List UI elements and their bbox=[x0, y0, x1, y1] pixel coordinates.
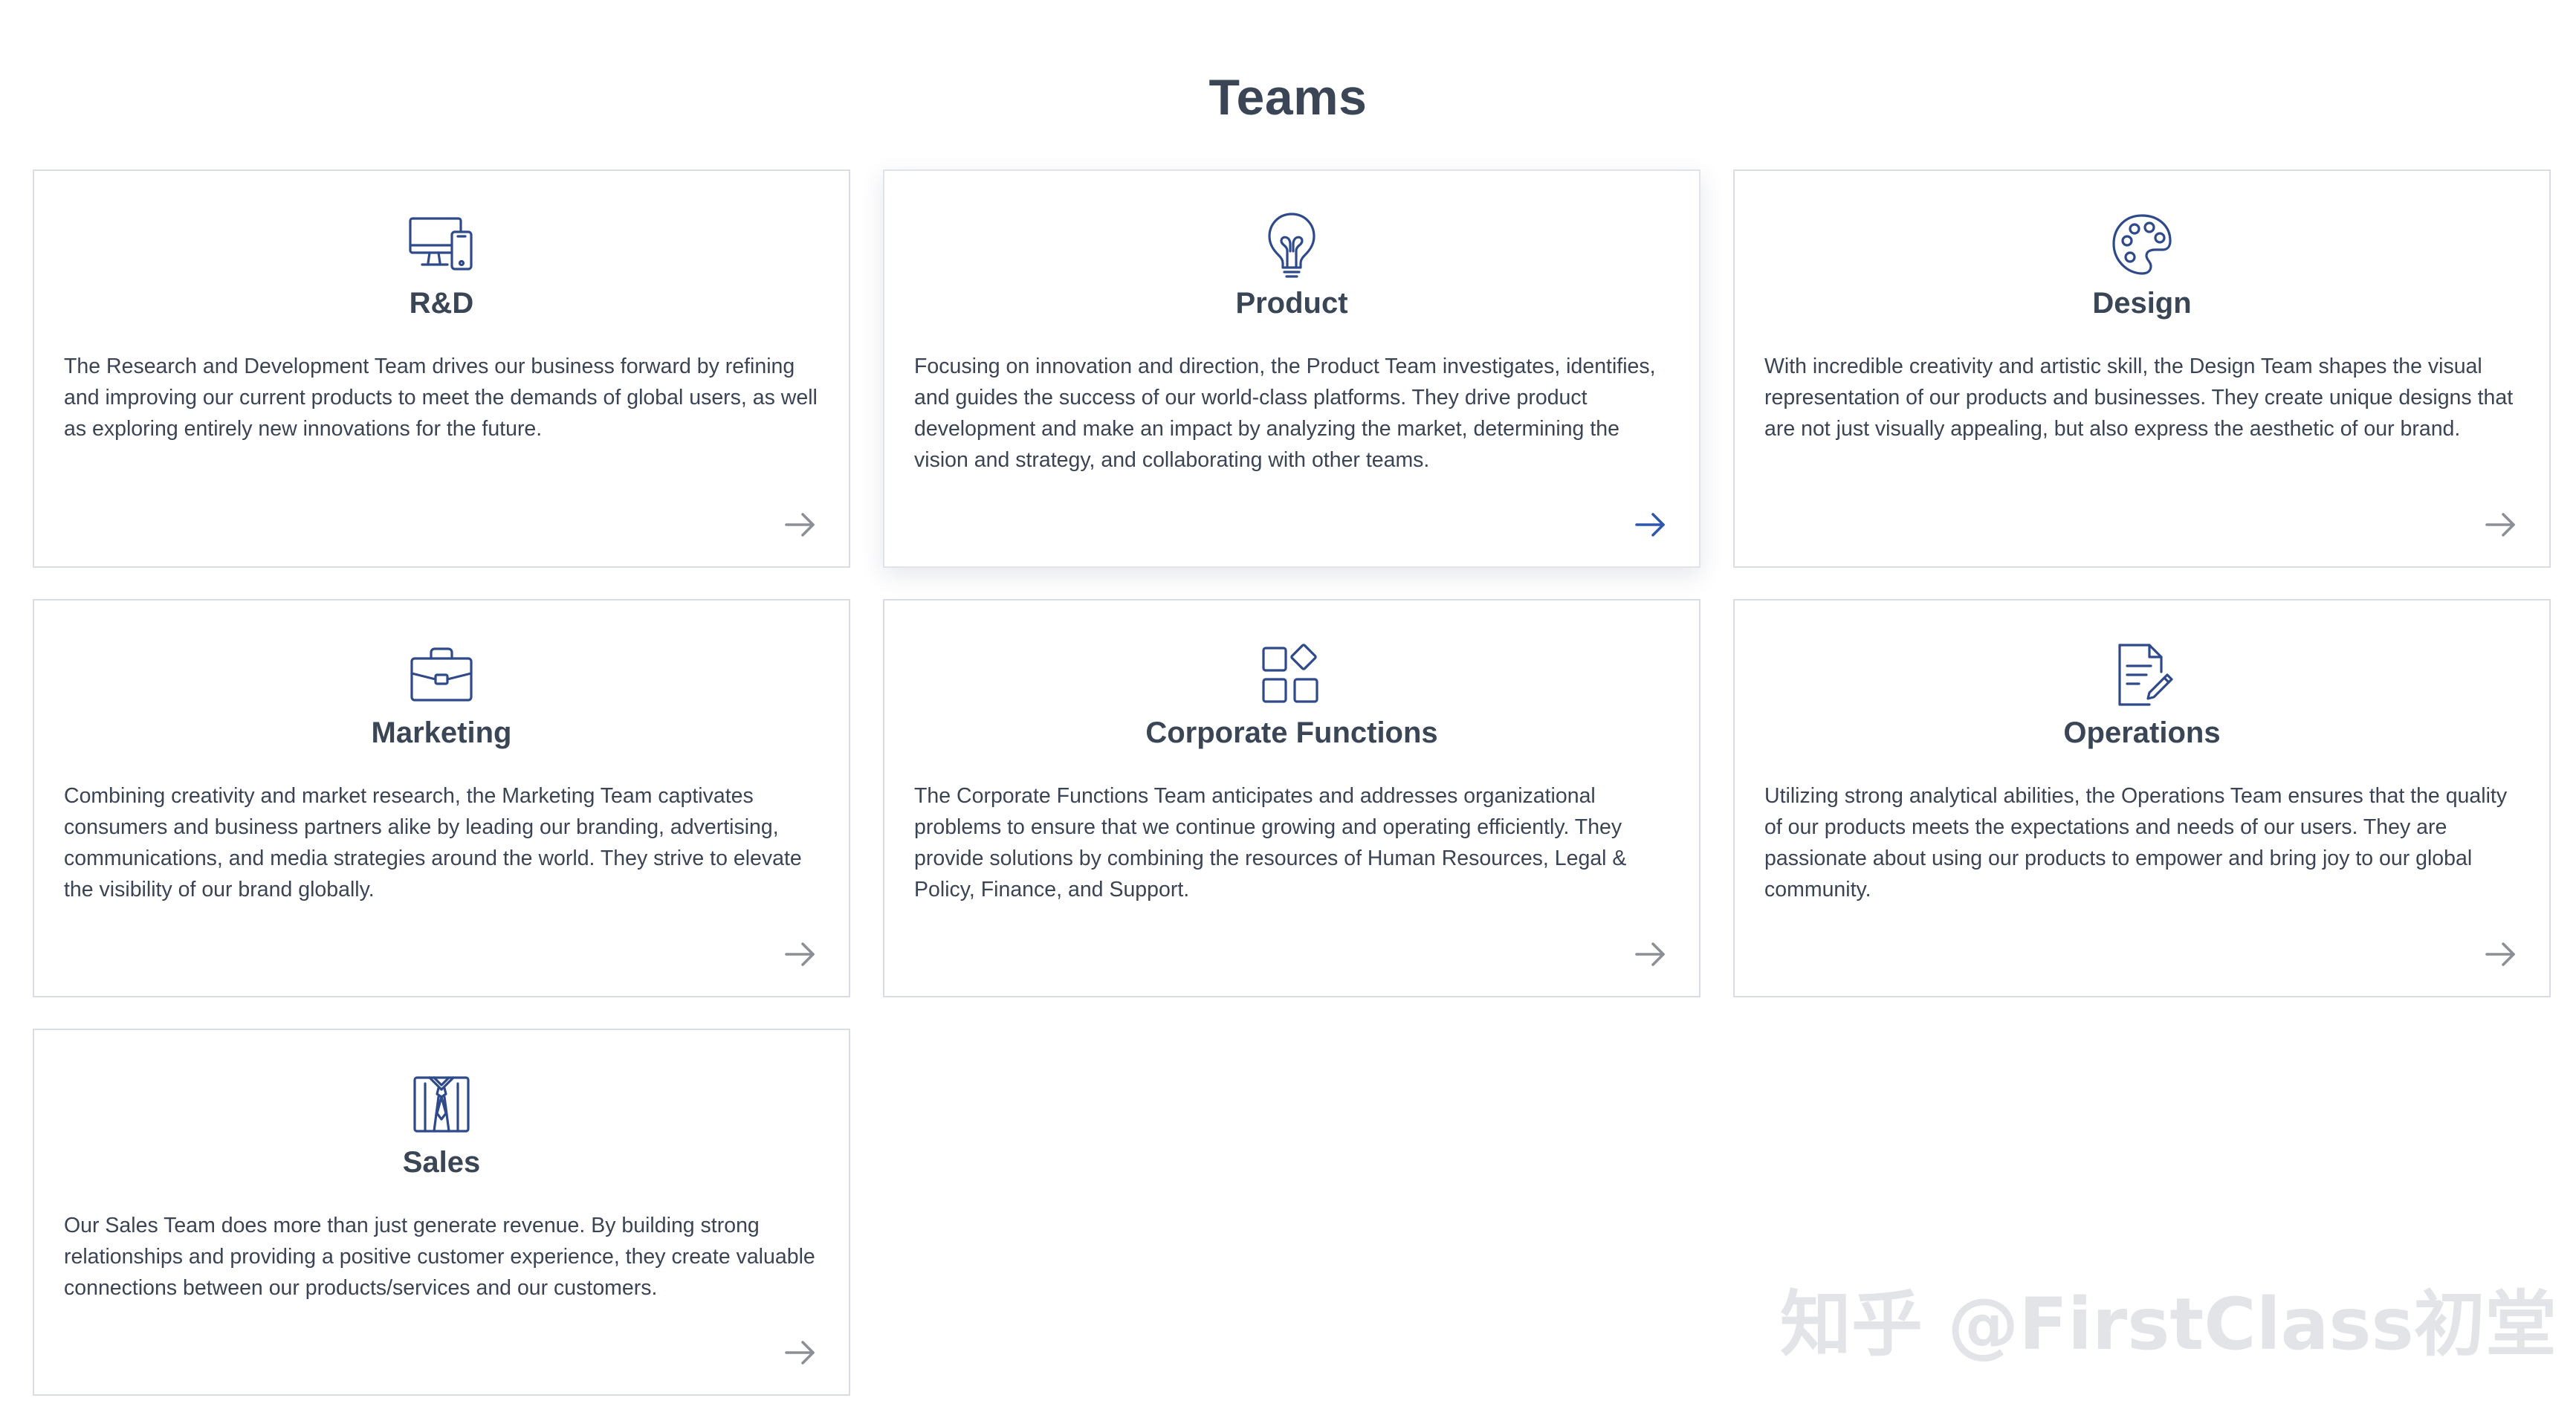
team-card-corporate-functions[interactable]: Corporate Functions The Corporate Functi… bbox=[883, 599, 1700, 997]
card-description: Combining creativity and market research… bbox=[64, 784, 802, 902]
card-title: Corporate Functions bbox=[1145, 716, 1438, 749]
devices-icon bbox=[404, 208, 479, 282]
card-title: Design bbox=[2092, 287, 2192, 320]
card-title: Sales bbox=[402, 1146, 481, 1179]
card-title: Product bbox=[1235, 287, 1348, 320]
arrow-right-icon[interactable] bbox=[779, 933, 821, 975]
card-title: Marketing bbox=[371, 716, 512, 749]
arrow-right-icon[interactable] bbox=[779, 1332, 821, 1373]
arrow-right-icon[interactable] bbox=[2479, 933, 2521, 975]
card-description: The Research and Development Team drives… bbox=[64, 355, 818, 441]
grid-apps-icon bbox=[1255, 638, 1329, 712]
team-card-sales[interactable]: Sales Our Sales Team does more than just… bbox=[33, 1029, 850, 1396]
card-description: Utilizing strong analytical abilities, t… bbox=[1764, 784, 2508, 902]
lightbulb-icon bbox=[1255, 208, 1329, 282]
card-description: The Corporate Functions Team anticipates… bbox=[914, 784, 1627, 902]
team-card-rnd[interactable]: R&D The Research and Development Team dr… bbox=[33, 169, 850, 568]
palette-icon bbox=[2105, 208, 2179, 282]
arrow-right-icon[interactable] bbox=[1629, 504, 1671, 546]
team-card-design[interactable]: Design With incredible creativity and ar… bbox=[1733, 169, 2551, 568]
team-card-operations[interactable]: Operations Utilizing strong analytical a… bbox=[1733, 599, 2551, 997]
page-title: Teams bbox=[1208, 68, 1368, 126]
card-title: R&D bbox=[409, 287, 474, 320]
card-description: Our Sales Team does more than just gener… bbox=[64, 1214, 815, 1300]
suit-tie-icon bbox=[404, 1067, 479, 1142]
arrow-right-icon[interactable] bbox=[1629, 933, 1671, 975]
card-description: Focusing on innovation and direction, th… bbox=[914, 355, 1656, 472]
briefcase-icon bbox=[404, 638, 479, 712]
card-description: With incredible creativity and artistic … bbox=[1764, 355, 2514, 441]
card-title: Operations bbox=[2063, 716, 2221, 749]
team-card-marketing[interactable]: Marketing Combining creativity and marke… bbox=[33, 599, 850, 997]
document-edit-icon bbox=[2105, 638, 2179, 712]
arrow-right-icon[interactable] bbox=[779, 504, 821, 546]
arrow-right-icon[interactable] bbox=[2479, 504, 2521, 546]
team-card-product[interactable]: Product Focusing on innovation and direc… bbox=[883, 169, 1700, 568]
watermark: 知乎 @FirstClass初堂 bbox=[1780, 1283, 2557, 1366]
